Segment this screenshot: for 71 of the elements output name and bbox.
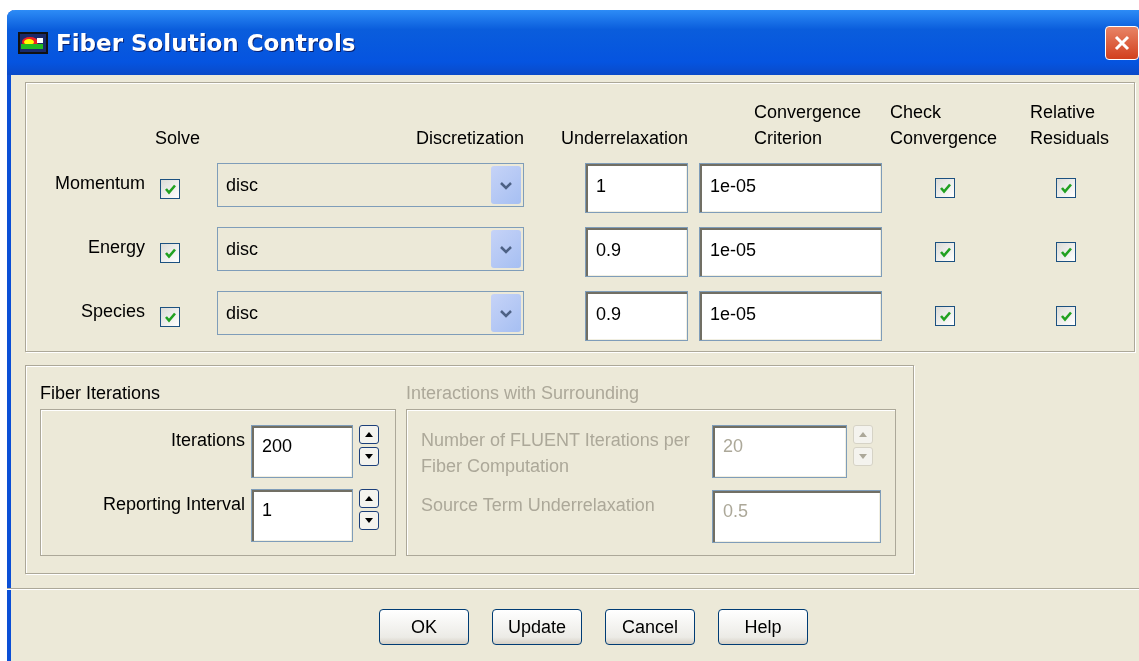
dropdown-arrow-button[interactable] [491, 166, 521, 204]
field-label: Iterations [169, 429, 245, 452]
up-triangle-icon [364, 494, 374, 503]
dropdown[interactable]: disc [217, 291, 524, 335]
text-field[interactable]: 0.9 [585, 291, 688, 341]
spin-up-button[interactable] [359, 425, 379, 444]
down-triangle-icon [858, 452, 868, 461]
text-field[interactable]: 0.9 [585, 227, 688, 277]
check-icon [1059, 310, 1073, 322]
window-title: Fiber Solution Controls [56, 29, 357, 56]
text-field[interactable]: 1e-05 [699, 227, 882, 277]
column-header: Underrelaxation [560, 127, 688, 150]
column-header: Relative Residuals [1030, 101, 1111, 150]
dropdown-value: disc [226, 238, 258, 260]
text-field[interactable]: 200 [251, 425, 353, 478]
checkbox[interactable] [1056, 242, 1076, 262]
group-title: Fiber Iterations [40, 383, 162, 404]
column-header: Discretization [415, 127, 524, 150]
check-icon [938, 246, 952, 258]
check-icon [1059, 182, 1073, 194]
chevron-icon [500, 308, 512, 318]
checkbox[interactable] [935, 306, 955, 326]
down-triangle-icon [364, 516, 374, 525]
text-field[interactable]: 1e-05 [699, 291, 882, 341]
spin-down-button[interactable] [359, 447, 379, 466]
column-header: Convergence Criterion [754, 101, 863, 150]
chevron-icon [500, 180, 512, 190]
check-icon [938, 182, 952, 194]
checkbox[interactable] [1056, 306, 1076, 326]
dropdown-arrow-button[interactable] [491, 230, 521, 268]
check-icon [163, 247, 177, 259]
spin-up-button[interactable] [359, 489, 379, 508]
close-icon [1113, 33, 1131, 52]
up-triangle-icon [364, 430, 374, 439]
dropdown[interactable]: disc [217, 163, 524, 207]
spin-down-button[interactable] [359, 511, 379, 530]
group-title: Interactions with Surrounding [406, 383, 641, 404]
field-label: Source Term Underrelaxation [421, 494, 656, 517]
checkbox[interactable] [160, 243, 180, 263]
row-label: Species [80, 301, 146, 322]
check-icon [1059, 246, 1073, 258]
check-icon [163, 183, 177, 195]
field-label: Number of FLUENT Iterations per Fiber Computation [421, 429, 691, 478]
dropdown-value: disc [226, 174, 258, 196]
checkbox[interactable] [160, 179, 180, 199]
column-header: Solve [155, 127, 201, 150]
checkbox[interactable] [935, 242, 955, 262]
row-label: Energy [87, 237, 146, 258]
column-header: Check Convergence [890, 101, 999, 150]
close-button[interactable] [1105, 25, 1139, 60]
chevron-icon [500, 244, 512, 254]
row-label: Momentum [54, 173, 146, 194]
dialog-button[interactable]: OK [379, 609, 469, 645]
checkbox[interactable] [935, 178, 955, 198]
check-icon [938, 310, 952, 322]
check-icon [163, 311, 177, 323]
dialog-button[interactable]: Update [492, 609, 582, 645]
dialog-button[interactable]: Cancel [605, 609, 695, 645]
dialog-button[interactable]: Help [718, 609, 808, 645]
dropdown-value: disc [226, 302, 258, 324]
dropdown-arrow-button[interactable] [491, 294, 521, 332]
field-label: Reporting Interval [101, 493, 245, 516]
text-field[interactable]: 1 [251, 489, 353, 542]
text-field[interactable]: 1 [585, 163, 688, 213]
checkbox[interactable] [160, 307, 180, 327]
down-triangle-icon [364, 452, 374, 461]
text-field[interactable]: 1e-05 [699, 163, 882, 213]
checkbox[interactable] [1056, 178, 1076, 198]
up-triangle-icon [858, 430, 868, 439]
app-icon [18, 31, 48, 54]
dropdown[interactable]: disc [217, 227, 524, 271]
